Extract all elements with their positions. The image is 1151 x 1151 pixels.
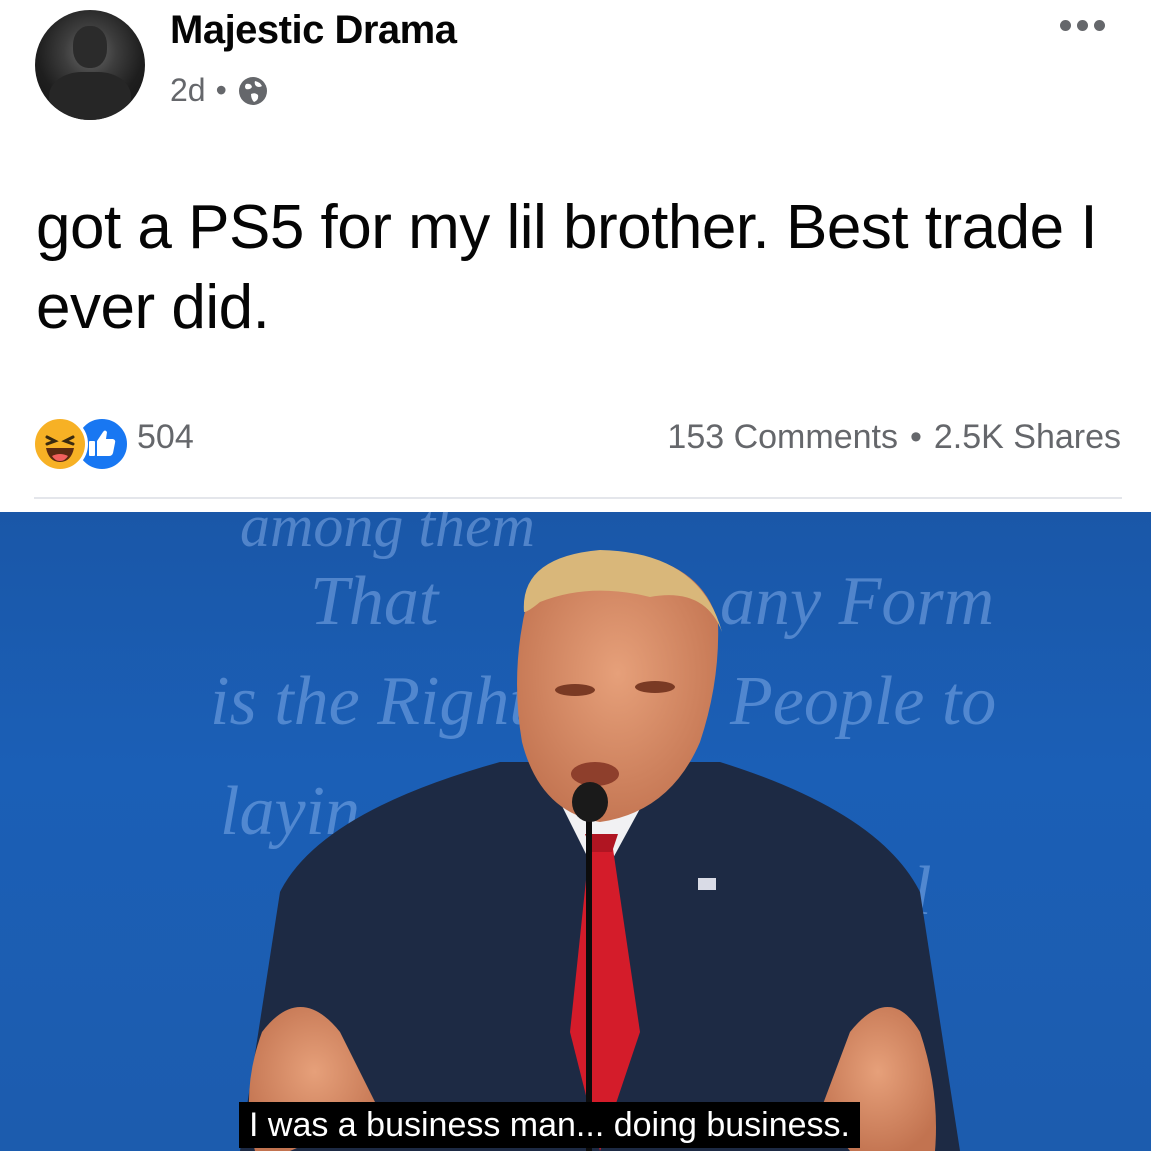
comments-count[interactable]: 153 Comments [667, 418, 898, 457]
post-header: Majestic Drama 2d • [0, 0, 1151, 130]
avatar-body [49, 72, 131, 120]
engagement-counts: 153 Comments • 2.5K Shares [667, 418, 1121, 457]
meta-separator: • [215, 72, 227, 108]
post-text: got a PS5 for my lil brother. Best trade… [36, 193, 1098, 342]
more-dot [1094, 20, 1105, 31]
post-image[interactable]: among them That any Form is the Right Pe… [0, 512, 1151, 1151]
divider [34, 497, 1122, 499]
reaction-count[interactable]: 504 [137, 418, 194, 457]
post-meta: 2d • [170, 72, 269, 109]
post-time[interactable]: 2d [170, 72, 206, 109]
author-avatar[interactable] [35, 10, 145, 120]
haha-reaction-icon[interactable] [32, 416, 88, 472]
more-dot [1060, 20, 1071, 31]
reaction-bar: 504 153 Comments • 2.5K Shares [0, 400, 1151, 472]
shares-count[interactable]: 2.5K Shares [934, 418, 1121, 457]
avatar-head [73, 26, 107, 68]
haha-face-icon [45, 435, 75, 462]
author-name[interactable]: Majestic Drama [170, 8, 457, 53]
speaker-figure [240, 550, 960, 1151]
more-dot [1077, 20, 1088, 31]
more-options-icon[interactable] [1060, 20, 1105, 31]
subtitle-caption: I was a business man... doing business. [239, 1102, 860, 1148]
engagement-separator: • [909, 418, 922, 456]
globe-icon[interactable] [237, 75, 269, 107]
